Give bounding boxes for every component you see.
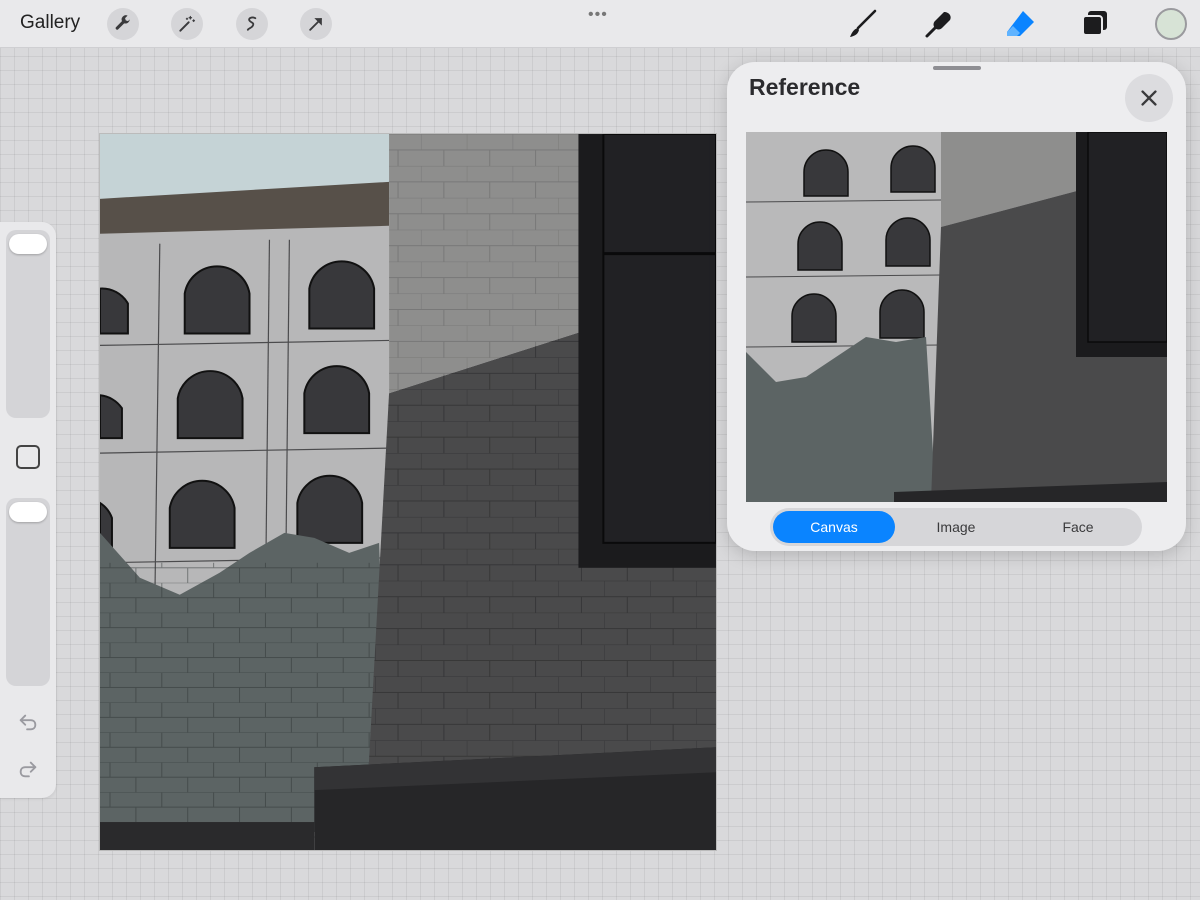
layers-icon (1082, 11, 1107, 36)
more-options-icon[interactable]: ••• (588, 6, 608, 24)
modify-button[interactable] (16, 445, 40, 469)
undo-button[interactable] (16, 710, 40, 734)
brush-icon (850, 9, 877, 37)
reference-panel: Reference Canvas Image Face (727, 62, 1186, 551)
brush-tool-button[interactable] (845, 6, 881, 42)
selection-icon (246, 16, 257, 31)
left-sidebar (0, 222, 56, 798)
tab-image[interactable]: Image (895, 511, 1017, 543)
reference-artwork (746, 132, 1167, 502)
transform-arrow-icon (309, 18, 322, 31)
close-reference-button[interactable] (1125, 74, 1173, 122)
reference-preview-image[interactable] (746, 132, 1167, 502)
close-icon (1141, 90, 1157, 106)
magic-wand-icon (179, 15, 196, 32)
eraser-icon (1007, 11, 1034, 36)
tab-face[interactable]: Face (1017, 511, 1139, 543)
layers-button[interactable] (1077, 6, 1113, 42)
gallery-button[interactable]: Gallery (20, 12, 80, 34)
color-picker-swatch[interactable] (1155, 8, 1187, 40)
transform-tool-button[interactable] (300, 8, 332, 40)
smudge-tool-button[interactable] (921, 6, 957, 42)
reference-source-segmented-control: Canvas Image Face (770, 508, 1142, 546)
adjustments-magic-wand-icon[interactable] (171, 8, 203, 40)
eraser-tool-button[interactable] (1002, 6, 1038, 42)
smudge-icon (925, 12, 951, 38)
undo-icon (19, 714, 37, 731)
canvas-artwork (100, 134, 716, 850)
selection-tool-button[interactable] (236, 8, 268, 40)
tab-canvas[interactable]: Canvas (773, 511, 895, 543)
brush-size-slider[interactable] (6, 230, 50, 418)
actions-wrench-icon[interactable] (107, 8, 139, 40)
opacity-slider[interactable] (6, 498, 50, 686)
brush-size-slider-thumb[interactable] (9, 234, 47, 254)
wrench-icon (115, 15, 131, 30)
opacity-slider-thumb[interactable] (9, 502, 47, 522)
reference-title: Reference (749, 74, 861, 100)
redo-button[interactable] (16, 757, 40, 781)
drawing-canvas[interactable] (99, 133, 717, 851)
top-toolbar: Gallery ••• (0, 0, 1200, 48)
panel-grabber-handle[interactable] (933, 66, 981, 70)
redo-icon (19, 761, 37, 778)
